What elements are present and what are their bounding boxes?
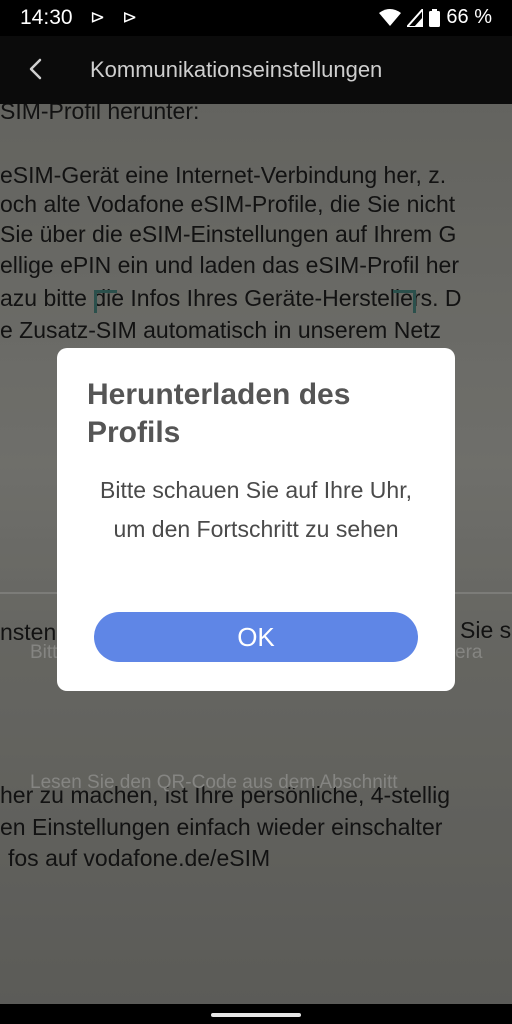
home-indicator[interactable] [211,1013,301,1017]
ok-button[interactable]: OK [94,612,418,662]
navigation-bar [0,1004,512,1024]
wifi-icon [379,8,402,26]
download-profile-dialog: Herunterladen des Profils Bitte schauen … [57,348,455,691]
dialog-title: Herunterladen des Profils [87,378,351,449]
status-indicators: 66 % [379,6,492,29]
dialog-message: Bitte schauen Sie auf Ihre Uhr, um den F… [100,477,412,542]
status-time: 14:30 [20,6,73,29]
battery-percent: 66 % [446,6,492,28]
chevron-left-icon [29,58,42,80]
app-bar: Kommunikationseinstellungen [0,36,512,104]
notification-icon: ⊳ ⊳ [90,7,144,27]
signal-icon [407,8,424,27]
battery-icon [429,8,441,27]
status-bar: 14:30 ⊳ ⊳ 66 % [0,0,512,36]
back-button[interactable] [20,52,54,86]
page-title: Kommunikationseinstellungen [90,57,383,82]
